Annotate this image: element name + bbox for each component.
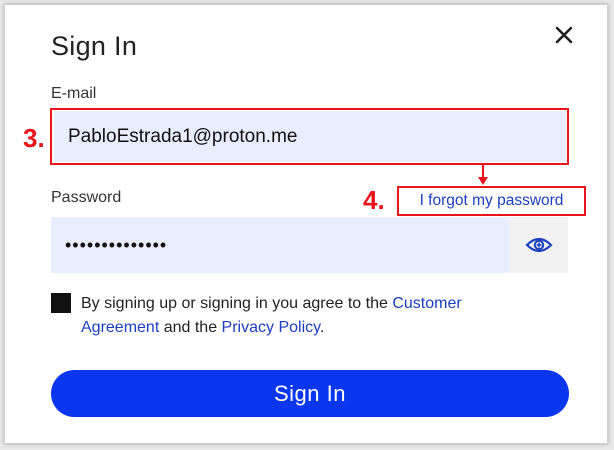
consent-text-middle: and the <box>159 319 222 336</box>
privacy-policy-link[interactable]: Privacy Policy <box>222 319 320 336</box>
dialog-title: Sign In <box>51 31 138 61</box>
annotation-step-4: 4. <box>363 185 385 215</box>
sign-in-dialog: Sign In E-mail 3. PabloEstrada1@proton.m… <box>4 4 608 444</box>
show-password-button[interactable] <box>509 217 568 273</box>
consent-text-after: . <box>319 319 325 336</box>
password-label: Password <box>51 189 122 206</box>
close-icon <box>555 26 573 44</box>
password-field[interactable]: •••••••••••••• <box>51 217 509 273</box>
annotation-step-3: 3. <box>23 123 45 153</box>
password-value: •••••••••••••• <box>65 234 168 255</box>
eye-icon <box>524 237 553 253</box>
consent-text: By signing up or signing in you agree to… <box>81 292 521 340</box>
email-highlight-box <box>50 108 569 165</box>
email-label: E-mail <box>51 85 97 102</box>
consent-checkbox[interactable] <box>51 293 71 313</box>
close-button[interactable] <box>552 23 576 47</box>
sign-in-button[interactable]: Sign In <box>51 370 569 417</box>
annotation-arrow <box>478 163 488 185</box>
consent-text-before: By signing up or signing in you agree to… <box>81 295 393 312</box>
forgot-password-link[interactable]: I forgot my password <box>397 186 586 216</box>
